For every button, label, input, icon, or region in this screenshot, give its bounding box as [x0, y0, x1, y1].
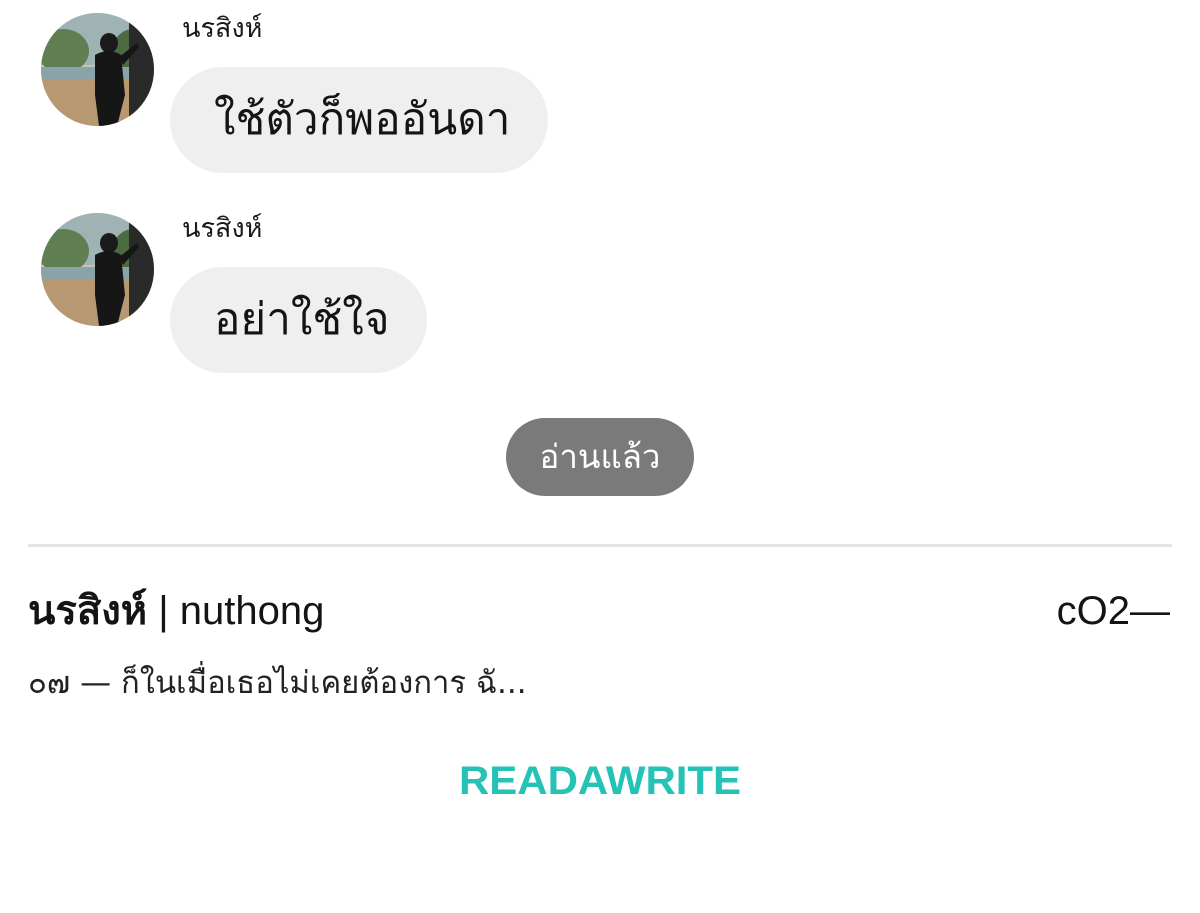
author-separator: |	[147, 589, 180, 633]
readawrite-logo[interactable]: READAWRITE	[459, 742, 741, 806]
user-photo-avatar-icon	[41, 213, 154, 326]
sender-avatar[interactable]	[41, 213, 154, 326]
sender-avatar[interactable]	[41, 13, 154, 126]
author-thai-name: นรสิงห์	[28, 589, 148, 633]
story-code: cO2—	[1056, 589, 1170, 633]
chat-message: นรสิงห์ อย่าใช้ใจ	[0, 200, 1200, 390]
author-line: นรสิงห์ | nuthong	[28, 586, 324, 636]
story-excerpt: ๐๗ — ก็ในเมื่อเธอไม่เคยต้องการ ฉั...	[28, 665, 527, 701]
user-photo-avatar-icon	[41, 13, 154, 126]
message-bubble[interactable]: ใช้ตัวก็พออันดา	[170, 67, 548, 173]
divider	[28, 544, 1172, 547]
read-status-badge: อ่านแล้ว	[506, 418, 694, 496]
chat-message: นรสิงห์ ใช้ตัวก็พออันดา	[0, 0, 1200, 190]
author-latin-name: nuthong	[179, 589, 325, 633]
sender-name: นรสิงห์	[182, 213, 263, 244]
readawrite-logo-icon: READAWRITE	[459, 759, 741, 803]
story-preview[interactable]: นรสิงห์ | nuthong cO2— ๐๗ — ก็ในเมื่อเธอ…	[0, 560, 1200, 720]
sender-name: นรสิงห์	[182, 13, 263, 44]
brand-name: READAWRITE	[459, 759, 741, 803]
message-bubble[interactable]: อย่าใช้ใจ	[170, 267, 427, 373]
